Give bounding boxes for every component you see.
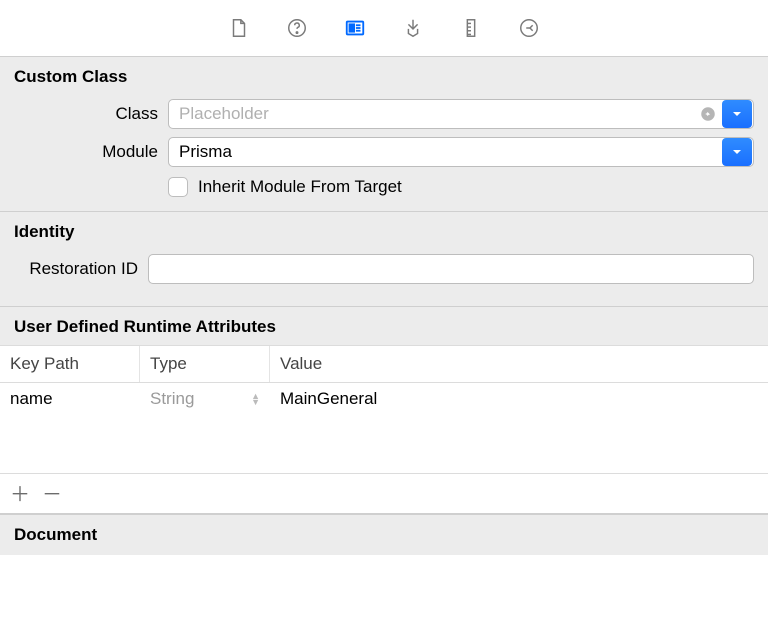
module-label: Module bbox=[0, 142, 168, 162]
cell-value[interactable]: MainGeneral bbox=[270, 389, 768, 409]
inherit-module-checkbox[interactable] bbox=[168, 177, 188, 197]
size-tab-icon[interactable] bbox=[458, 15, 484, 41]
col-header-key[interactable]: Key Path bbox=[0, 346, 140, 382]
module-dropdown-button[interactable] bbox=[722, 138, 752, 166]
col-header-value[interactable]: Value bbox=[270, 346, 768, 382]
file-tab-icon[interactable] bbox=[226, 15, 252, 41]
udra-table-header: Key Path Type Value bbox=[0, 345, 768, 383]
class-label: Class bbox=[0, 104, 168, 124]
col-header-type[interactable]: Type bbox=[140, 346, 270, 382]
udra-section: User Defined Runtime Attributes bbox=[0, 306, 768, 345]
add-row-button[interactable]: ＋ bbox=[10, 478, 30, 507]
type-stepper-icon[interactable]: ▲▼ bbox=[251, 393, 260, 405]
class-combobox[interactable] bbox=[168, 99, 754, 129]
help-tab-icon[interactable] bbox=[284, 15, 310, 41]
remove-row-button[interactable]: － bbox=[42, 478, 62, 507]
inherit-module-label: Inherit Module From Target bbox=[198, 177, 402, 197]
module-input[interactable] bbox=[169, 138, 721, 166]
identity-tab-icon[interactable] bbox=[342, 15, 368, 41]
attributes-tab-icon[interactable] bbox=[400, 15, 426, 41]
autocomplete-arrow-icon bbox=[699, 105, 717, 123]
class-input[interactable] bbox=[169, 100, 699, 128]
udra-table-body[interactable]: name String ▲▼ MainGeneral bbox=[0, 383, 768, 473]
cell-key-path[interactable]: name bbox=[0, 389, 140, 409]
cell-type-value: String bbox=[150, 389, 194, 409]
custom-class-header: Custom Class bbox=[0, 57, 768, 95]
cell-type[interactable]: String ▲▼ bbox=[140, 389, 270, 409]
inspector-tab-bar bbox=[0, 0, 768, 56]
identity-section: Identity Restoration ID bbox=[0, 211, 768, 306]
connections-tab-icon[interactable] bbox=[516, 15, 542, 41]
table-row[interactable]: name String ▲▼ MainGeneral bbox=[0, 383, 768, 415]
udra-table: Key Path Type Value name String ▲▼ MainG… bbox=[0, 345, 768, 514]
restoration-id-label: Restoration ID bbox=[0, 259, 148, 279]
restoration-id-input[interactable] bbox=[148, 254, 754, 284]
udra-header: User Defined Runtime Attributes bbox=[0, 307, 768, 345]
module-combobox[interactable] bbox=[168, 137, 754, 167]
custom-class-section: Custom Class Class Module bbox=[0, 56, 768, 211]
identity-header: Identity bbox=[0, 212, 768, 250]
document-header: Document bbox=[0, 514, 768, 555]
class-dropdown-button[interactable] bbox=[722, 100, 752, 128]
udra-footer: ＋ － bbox=[0, 473, 768, 514]
